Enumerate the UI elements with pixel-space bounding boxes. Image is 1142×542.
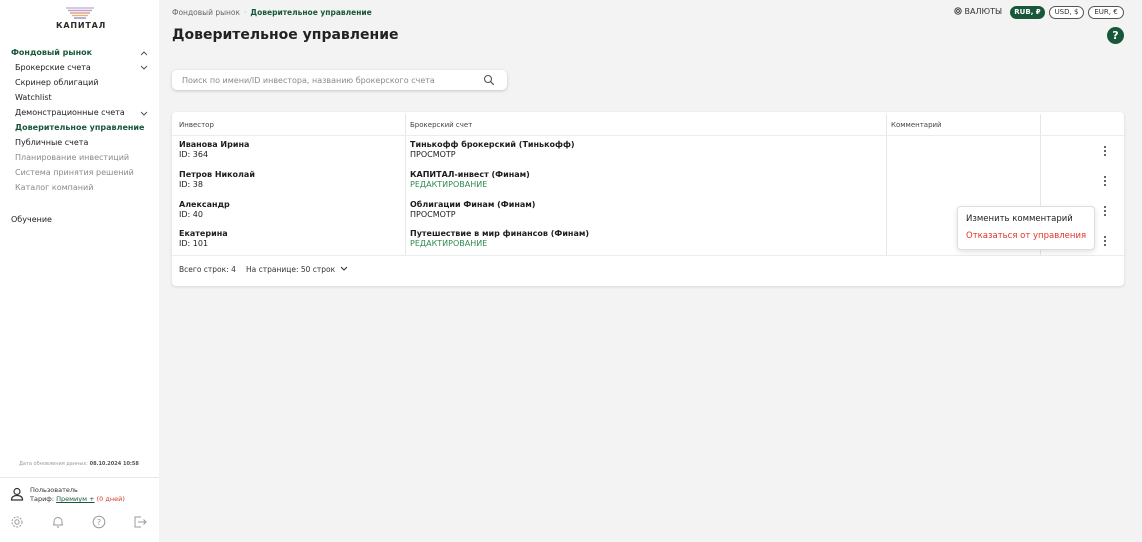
row-menu-icon[interactable] <box>1101 175 1109 187</box>
rows-per-page-select[interactable]: На странице: 50 строк <box>246 265 348 274</box>
chevron-down-icon <box>340 266 347 271</box>
revoke-management-menu-item[interactable]: Отказаться от управления <box>966 231 1086 241</box>
svg-text:?: ? <box>97 518 101 527</box>
chevron-down-icon[interactable] <box>140 65 148 71</box>
currency-usd-button[interactable]: USD, $ <box>1049 6 1084 19</box>
row-menu-icon[interactable] <box>1101 145 1109 157</box>
investor-name: Иванова Ирина <box>179 140 250 149</box>
footer-divider <box>172 255 1124 256</box>
tariff-days: (0 дней) <box>96 495 125 503</box>
tariff-label: Тариф: <box>30 495 55 503</box>
sidebar-item-broker-accounts[interactable]: Брокерские счета <box>15 63 91 73</box>
rows-per-page-label: На странице: 50 строк <box>246 265 336 274</box>
breadcrumb-current: Доверительное управление <box>250 8 372 17</box>
user-icon <box>10 487 24 501</box>
user-name: Пользователь <box>30 486 78 494</box>
sidebar-item-bond-screener[interactable]: Скринер облигаций <box>15 78 99 88</box>
sidebar: КАПИТАЛ Фондовый рынок Брокерские счета … <box>0 0 159 542</box>
logo-icon <box>66 7 94 19</box>
broker-account-link[interactable]: Тинькофф брокерский (Тинькофф) <box>410 140 575 149</box>
tariff-plan-link[interactable]: Премиум + <box>56 495 94 503</box>
currency-icon <box>954 7 962 15</box>
currency-label-text: ВАЛЮТЫ <box>964 7 1003 16</box>
investor-id: ID: 364 <box>179 150 209 159</box>
breadcrumb: Фондовый рынок · Доверительное управление <box>172 8 372 17</box>
investor-name: Петров Николай <box>179 170 255 179</box>
column-header-investor: Инвестор <box>179 121 214 129</box>
search-icon[interactable] <box>483 74 495 86</box>
investor-id: ID: 101 <box>179 239 209 248</box>
header-divider <box>172 135 1124 136</box>
data-updated-value: 08.10.2024 10:58 <box>89 461 139 467</box>
logout-icon[interactable] <box>133 515 147 529</box>
breadcrumb-separator: · <box>244 8 247 17</box>
access-mode: РЕДАКТИРОВАНИЕ <box>410 180 488 189</box>
settings-icon[interactable] <box>10 515 24 529</box>
currency-eur-button[interactable]: EUR, € <box>1088 6 1124 19</box>
broker-account-link[interactable]: Путешествие в мир финансов (Финам) <box>410 229 589 238</box>
data-updated-label: Дата обновления данных: <box>19 461 88 467</box>
divider <box>0 477 159 478</box>
sidebar-item-trust-management[interactable]: Доверительное управление <box>15 123 144 133</box>
data-updated-text: Дата обновления данных: 08.10.2024 10:58 <box>19 461 139 467</box>
logo-text: КАПИТАЛ <box>56 21 107 30</box>
sidebar-item-stock-market[interactable]: Фондовый рынок <box>11 48 92 58</box>
edit-comment-menu-item[interactable]: Изменить комментарий <box>966 214 1073 224</box>
broker-account-link[interactable]: Облигации Финам (Финам) <box>410 200 535 209</box>
broker-account-link[interactable]: КАПИТАЛ-инвест (Финам) <box>410 170 530 179</box>
chevron-up-icon[interactable] <box>140 50 148 56</box>
chevron-down-icon[interactable] <box>140 111 148 117</box>
access-mode: ПРОСМОТР <box>410 210 456 219</box>
sidebar-item-learning[interactable]: Обучение <box>11 215 52 225</box>
trust-table <box>172 112 1124 286</box>
user-tariff: Тариф: Премиум + (0 дней) <box>30 495 125 503</box>
sidebar-item-watchlist[interactable]: Watchlist <box>15 93 52 103</box>
page-title: Доверительное управление <box>172 27 399 43</box>
breadcrumb-root[interactable]: Фондовый рынок <box>172 8 240 17</box>
access-mode: РЕДАКТИРОВАНИЕ <box>410 239 488 248</box>
row-context-menu: Изменить комментарий Отказаться от управ… <box>957 206 1095 250</box>
sidebar-item-company-catalog[interactable]: Каталог компаний <box>15 183 93 193</box>
search-input[interactable] <box>182 73 482 87</box>
currency-rub-button[interactable]: RUB, ₽ <box>1010 6 1045 19</box>
bell-icon[interactable] <box>51 515 65 529</box>
sidebar-item-public-accounts[interactable]: Публичные счета <box>15 138 88 148</box>
investor-name: Екатерина <box>179 229 228 238</box>
row-menu-icon[interactable] <box>1101 205 1109 217</box>
search-box <box>172 70 507 90</box>
sidebar-item-investment-planning[interactable]: Планирование инвестиций <box>15 153 129 163</box>
logo[interactable]: КАПИТАЛ <box>56 6 107 32</box>
help-circle-icon[interactable]: ? <box>92 515 106 529</box>
row-menu-icon[interactable] <box>1101 235 1109 247</box>
help-button[interactable]: ? <box>1107 27 1124 44</box>
investor-id: ID: 38 <box>179 180 203 189</box>
currency-label[interactable]: ВАЛЮТЫ <box>954 7 1002 16</box>
total-rows: Всего строк: 4 <box>179 265 236 274</box>
investor-id: ID: 40 <box>179 210 203 219</box>
investor-name: Александр <box>179 200 230 209</box>
access-mode: ПРОСМОТР <box>410 150 456 159</box>
column-header-comment: Комментарий <box>891 121 942 129</box>
sidebar-item-demo-accounts[interactable]: Демонстрационные счета <box>15 108 125 118</box>
sidebar-item-decision-system[interactable]: Система принятия решений <box>15 168 134 178</box>
column-header-account: Брокерский счет <box>410 121 473 129</box>
